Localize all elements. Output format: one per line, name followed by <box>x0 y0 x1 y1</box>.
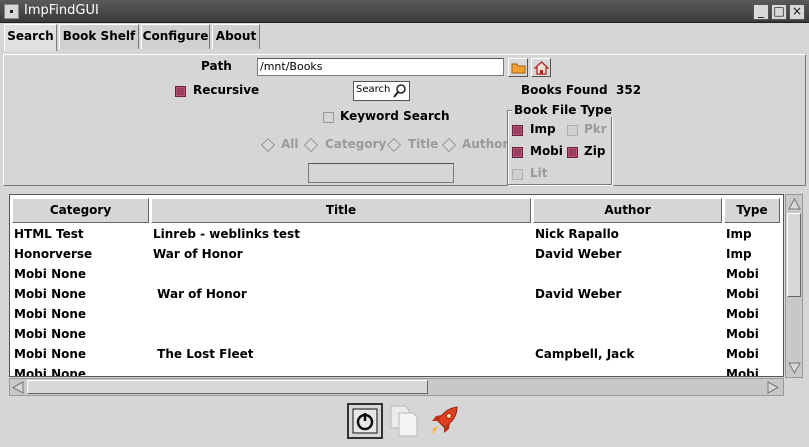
quit-button[interactable] <box>347 403 383 439</box>
path-input[interactable]: /mnt/Books <box>257 58 504 76</box>
vertical-scroll-thumb[interactable] <box>787 213 801 297</box>
cell-type: Mobi <box>726 307 759 321</box>
home-icon <box>534 61 549 75</box>
tab-label: About <box>215 29 257 43</box>
tab-about[interactable]: About <box>212 24 260 49</box>
scroll-down-icon[interactable] <box>788 361 801 375</box>
search-button[interactable]: Search <box>353 81 410 101</box>
copy-icon <box>390 405 418 437</box>
cell-author: David Weber <box>535 247 622 261</box>
folder-icon <box>511 63 526 74</box>
cell-title: War of Honor <box>153 287 247 301</box>
scroll-right-icon[interactable] <box>766 381 780 394</box>
table-row[interactable]: Mobi None Mobi <box>10 327 783 347</box>
keyword-search-checkbox[interactable] <box>323 112 334 123</box>
rocket-icon <box>430 406 458 435</box>
cell-type: Mobi <box>726 327 759 341</box>
horizontal-scrollbar[interactable] <box>9 378 784 396</box>
cell-type: Imp <box>726 247 752 261</box>
cell-category: Honorverse <box>14 247 93 261</box>
cell-category: Mobi None <box>14 267 87 281</box>
cell-title: The Lost Fleet <box>153 347 254 361</box>
cell-category: HTML Test <box>14 227 84 241</box>
filter-title-label: Title <box>408 137 439 151</box>
cell-type: Mobi <box>726 347 759 361</box>
cell-type: Mobi <box>726 367 759 377</box>
filetype-lit-checkbox[interactable] <box>512 169 523 180</box>
title-bar[interactable]: ImpFindGUI _ □ × <box>0 0 809 23</box>
search-button-label: Search <box>356 84 391 95</box>
copy-button[interactable] <box>386 403 422 439</box>
table-row[interactable]: Mobi None Mobi <box>10 267 783 287</box>
recursive-label: Recursive <box>193 83 260 97</box>
tab-search[interactable]: Search <box>4 24 57 51</box>
filter-all-label: All <box>281 137 299 151</box>
tab-book-shelf[interactable]: Book Shelf <box>59 24 139 49</box>
results-table[interactable]: Category Title Author Type HTML Test Linr… <box>9 194 784 377</box>
tab-label: Search <box>7 29 54 43</box>
filetype-imp-label: Imp <box>530 122 556 136</box>
filetype-imp-checkbox[interactable] <box>512 125 523 136</box>
minimize-icon[interactable]: _ <box>753 4 769 20</box>
search-icon <box>393 84 406 98</box>
filter-category-label: Category <box>325 137 387 151</box>
filter-author-label: Author <box>462 137 509 151</box>
tab-label: Book Shelf <box>62 29 136 43</box>
launch-button[interactable] <box>426 403 462 439</box>
cell-category: Mobi None <box>14 307 87 321</box>
cell-category: Mobi None <box>14 367 87 377</box>
filetype-pkr-checkbox[interactable] <box>567 125 578 136</box>
horizontal-scroll-thumb[interactable] <box>27 380 428 394</box>
maximize-icon[interactable]: □ <box>771 4 787 20</box>
table-row[interactable]: Mobi None Mobi <box>10 307 783 327</box>
books-found-label: Books Found <box>521 83 608 97</box>
scroll-up-icon[interactable] <box>788 197 801 211</box>
table-row[interactable]: Mobi None Mobi <box>10 367 783 377</box>
path-label: Path <box>201 59 232 73</box>
books-found-count: 352 <box>616 83 642 97</box>
cell-type: Imp <box>726 227 752 241</box>
tab-label: Configure <box>142 29 209 43</box>
cell-author: Campbell, Jack <box>535 347 635 361</box>
table-row[interactable]: HTML Test Linreb - weblinks test Nick Rapa… <box>10 227 783 247</box>
table-row[interactable]: Mobi None The Lost Fleet Campbell, Jack Mo… <box>10 347 783 367</box>
power-icon <box>352 408 378 434</box>
book-file-type-title: Book File Type <box>512 103 614 117</box>
window-title: ImpFindGUI <box>24 3 99 18</box>
scroll-left-icon[interactable] <box>11 381 25 394</box>
cell-type: Mobi <box>726 267 759 281</box>
filetype-mobi-checkbox[interactable] <box>512 147 523 158</box>
recursive-checkbox[interactable] <box>175 86 186 97</box>
cell-author: Nick Rapallo <box>535 227 619 241</box>
table-row[interactable]: Mobi None War of Honor David Weber Mobi <box>10 287 783 307</box>
filetype-zip-checkbox[interactable] <box>567 147 578 158</box>
filetype-lit-label: Lit <box>530 166 548 180</box>
column-header-title[interactable]: Title <box>151 198 531 223</box>
keyword-search-label: Keyword Search <box>340 109 450 123</box>
filetype-mobi-label: Mobi <box>530 144 563 158</box>
table-row[interactable]: Honorverse War of Honor David Weber Imp <box>10 247 783 267</box>
column-header-author[interactable]: Author <box>533 198 722 223</box>
column-header-category[interactable]: Category <box>12 198 149 223</box>
browse-folder-button[interactable] <box>508 58 528 77</box>
vertical-scrollbar[interactable] <box>785 194 803 378</box>
tab-configure[interactable]: Configure <box>141 24 210 49</box>
cell-category: Mobi None <box>14 327 87 341</box>
filetype-pkr-label: Pkr <box>584 122 607 136</box>
close-icon[interactable]: × <box>789 4 805 20</box>
cell-category: Mobi None <box>14 287 87 301</box>
cell-title: War of Honor <box>153 247 243 261</box>
cell-category: Mobi None <box>14 347 87 361</box>
cell-title: Linreb - weblinks test <box>153 227 300 241</box>
keyword-input[interactable] <box>308 163 454 183</box>
column-header-type[interactable]: Type <box>724 198 780 223</box>
window-menu-icon[interactable] <box>4 4 19 19</box>
filetype-zip-label: Zip <box>584 144 606 158</box>
home-button[interactable] <box>531 58 551 77</box>
cell-author: David Weber <box>535 287 622 301</box>
cell-type: Mobi <box>726 287 759 301</box>
